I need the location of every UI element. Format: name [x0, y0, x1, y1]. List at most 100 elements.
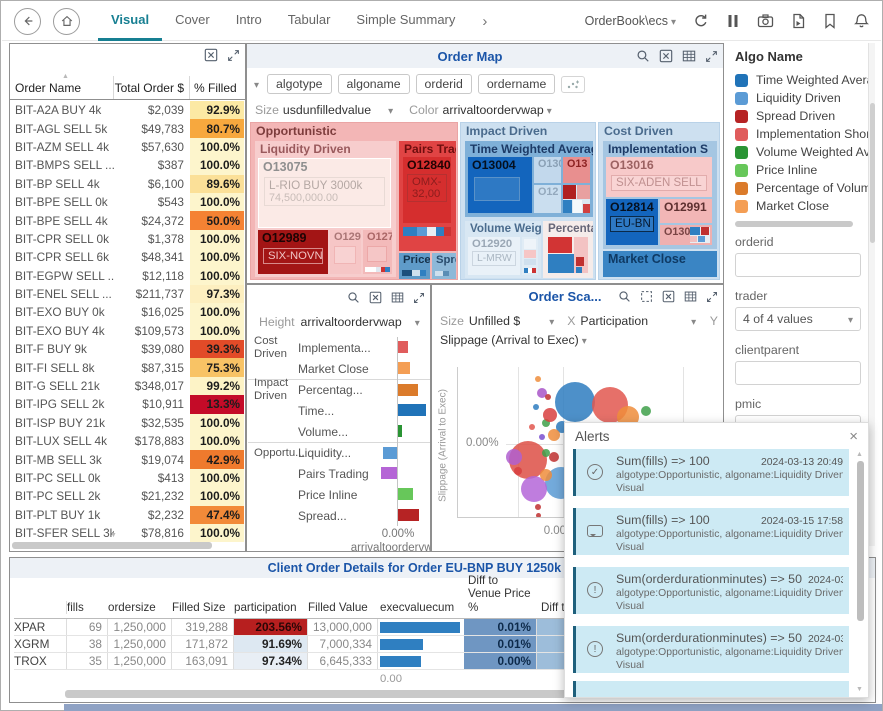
tabs-overflow-chevron[interactable]: ›	[482, 13, 487, 30]
treemap-node-opportunistic[interactable]: Opportunistic Liquidity Driven O13075 L-…	[250, 122, 458, 280]
column-header[interactable]: participation	[234, 601, 308, 614]
table-row[interactable]: BIT-EGPW SELL ... $12,118 100.0%	[10, 267, 244, 285]
search-icon[interactable]	[618, 290, 631, 303]
bar[interactable]	[398, 425, 402, 437]
scatter-bubble[interactable]	[529, 424, 535, 430]
tab[interactable]: Tabular	[275, 2, 344, 41]
scroll-up-icon[interactable]	[856, 449, 863, 458]
scroll-down-icon[interactable]	[856, 684, 863, 693]
breakdown-pill[interactable]: orderid	[416, 74, 472, 94]
expand-icon[interactable]	[705, 50, 718, 63]
dots-add-icon[interactable]	[561, 76, 585, 93]
column-header[interactable]: fills	[66, 601, 108, 614]
table-row[interactable]: BIT-ISP BUY 21k $32,535 100.0%	[10, 414, 244, 432]
excel-export-icon[interactable]	[204, 48, 218, 62]
bar-row[interactable]: Time...	[248, 400, 431, 421]
scatter-bubble[interactable]	[641, 406, 651, 416]
scatter-bubble[interactable]	[548, 429, 560, 441]
bookmark-icon[interactable]	[823, 13, 837, 29]
scatter-bubble[interactable]	[540, 469, 552, 481]
excel-export-icon[interactable]	[662, 290, 675, 303]
trader-dropdown[interactable]: 4 of 4 values	[735, 307, 861, 331]
alert-item[interactable]: ! Sum(orderdurationminutes) => 50 2024-0…	[573, 626, 849, 673]
treemap-node-cost-driven[interactable]: Cost Driven Implementation S O13016 SIX-…	[598, 122, 720, 280]
legend-item[interactable]: Volume Weighted Average	[735, 143, 869, 161]
treemap-tile-o13075[interactable]: O13075 L-RIO BUY 3000k 74,500,000.00	[258, 158, 391, 228]
table-row[interactable]: BIT-AGL SELL 5k $49,783 80.7%	[10, 119, 244, 137]
treemap-tile-o13004[interactable]: O13004	[468, 157, 532, 213]
column-header-total-order[interactable]: Total Order $	[114, 76, 190, 99]
scatter-bubble[interactable]	[545, 394, 551, 400]
bar-row[interactable]: Volume...	[248, 421, 431, 442]
treemap-node-twa[interactable]: Time Weighted Average O13004 O130 O12 O1…	[465, 141, 593, 217]
camera-icon[interactable]	[757, 13, 774, 29]
alert-item[interactable]: ! Sum(orderdurationminutes) => 50 2024-0…	[573, 567, 849, 614]
table-row[interactable]: BIT-F BUY 9k $39,080 39.3%	[10, 340, 244, 358]
table-row[interactable]: BIT-IPG SELL 2k $10,911 13.3%	[10, 395, 244, 413]
table-row[interactable]: BIT-LUX SELL 4k $178,883 100.0%	[10, 432, 244, 450]
refresh-icon[interactable]	[693, 13, 709, 29]
treemap-tile-o13016[interactable]: O13016 SIX-ADEN SELL	[606, 157, 712, 197]
table-row[interactable]: BIT-FI SELL 8k $87,315 75.3%	[10, 358, 244, 376]
column-header[interactable]: Filled Size	[172, 601, 234, 614]
breakdown-pill[interactable]: ordername	[478, 74, 555, 94]
bar[interactable]	[398, 404, 426, 416]
treemap-tile-o129[interactable]: O129	[330, 230, 361, 274]
caret-down-icon[interactable]	[251, 77, 259, 91]
legend-item[interactable]: Percentage of Volume	[735, 179, 869, 197]
table-row[interactable]: XPAR 69 1,250,000 319,288 203.56% 13,000…	[14, 619, 615, 636]
table-row[interactable]: BIT-G SELL 21k $348,017 99.2%	[10, 377, 244, 395]
home-button[interactable]	[53, 8, 80, 35]
height-dropdown[interactable]: arrivaltoordervwap	[301, 315, 420, 329]
size-dropdown[interactable]: usdunfilledvalue	[283, 103, 393, 117]
table-row[interactable]: XGRM 38 1,250,000 171,872 91.69% 7,000,3…	[14, 636, 615, 653]
treemap-node-liquidity-driven[interactable]: Liquidity Driven O13075 L-RIO BUY 3000k …	[255, 141, 396, 277]
alert-item[interactable]: Sum(fills) => 100 2024-03-15 17:58 algot…	[573, 508, 849, 555]
treemap-tile-o130[interactable]: O130	[534, 157, 561, 183]
scatter-bubble[interactable]	[533, 404, 539, 410]
treemap-tile-spread[interactable]: Spre	[432, 253, 456, 279]
alerts-scrollbar[interactable]	[856, 451, 865, 691]
table-row[interactable]: BIT-A2A BUY 4k $2,039 92.9%	[10, 101, 244, 119]
bar[interactable]	[398, 362, 410, 374]
close-icon[interactable]: ×	[849, 428, 858, 445]
column-header[interactable]: Diff to Venue Price %	[464, 574, 537, 614]
table-row[interactable]: BIT-ENEL SELL ... $211,737 97.3%	[10, 285, 244, 303]
legend-item[interactable]: Spread Driven	[735, 107, 869, 125]
tab[interactable]: Simple Summary	[343, 2, 468, 41]
clientparent-input[interactable]	[735, 361, 861, 385]
table-row[interactable]: BIT-EXO BUY 4k $109,573 100.0%	[10, 322, 244, 340]
bar-row[interactable]: Price Inline	[248, 484, 431, 505]
column-header[interactable]: ordersize	[108, 601, 172, 614]
treemap-node-implementation[interactable]: Implementation S O13016 SIX-ADEN SELL O1…	[603, 141, 717, 249]
alert-item[interactable]: ✓ Sum(fills) => 100 2024-03-13 20:49 alg…	[573, 449, 849, 496]
treemap-tile-price-inline[interactable]: Price	[399, 253, 430, 279]
scatter-bubble[interactable]	[535, 504, 541, 510]
expand-icon[interactable]	[706, 291, 718, 303]
size-dropdown[interactable]: Unfilled $	[469, 314, 554, 328]
table-row[interactable]: BIT-PLT BUY 1k $2,232 47.4%	[10, 506, 244, 524]
bar[interactable]	[398, 341, 408, 353]
excel-export-icon[interactable]	[369, 291, 382, 304]
expand-icon[interactable]	[227, 49, 240, 62]
column-header[interactable]: execvaluecum	[378, 601, 464, 614]
bar-row[interactable]: Pairs Trading	[248, 463, 431, 484]
pdf-export-icon[interactable]	[791, 13, 806, 29]
table-row[interactable]: BIT-MB SELL 3k $19,074 42.9%	[10, 450, 244, 468]
treemap-tile-o12991[interactable]: O12991	[660, 199, 712, 223]
scatter-bubble[interactable]	[506, 449, 522, 465]
scatter-bubble[interactable]	[536, 513, 541, 518]
scroll-thumb[interactable]	[857, 461, 864, 621]
legend-item[interactable]: Time Weighted Average	[735, 71, 869, 89]
tab[interactable]: Visual	[98, 2, 162, 41]
table-row[interactable]: BIT-CPR SELL 0k $1,378 100.0%	[10, 230, 244, 248]
pause-icon[interactable]	[726, 13, 740, 29]
bar-row[interactable]: Spread...	[248, 505, 431, 526]
scatter-bubble[interactable]	[555, 382, 595, 422]
table-row[interactable]: BIT-BP SELL 4k $6,100 89.6%	[10, 175, 244, 193]
treemap-tile-o13[interactable]: O13	[563, 157, 590, 183]
table-row[interactable]: TROX 35 1,250,000 163,091 97.34% 6,645,3…	[14, 653, 615, 670]
bar-row[interactable]: Opportu... Liquidity...	[248, 442, 431, 463]
tab[interactable]: Intro	[223, 2, 275, 41]
legend-item[interactable]: Liquidity Driven	[735, 89, 869, 107]
